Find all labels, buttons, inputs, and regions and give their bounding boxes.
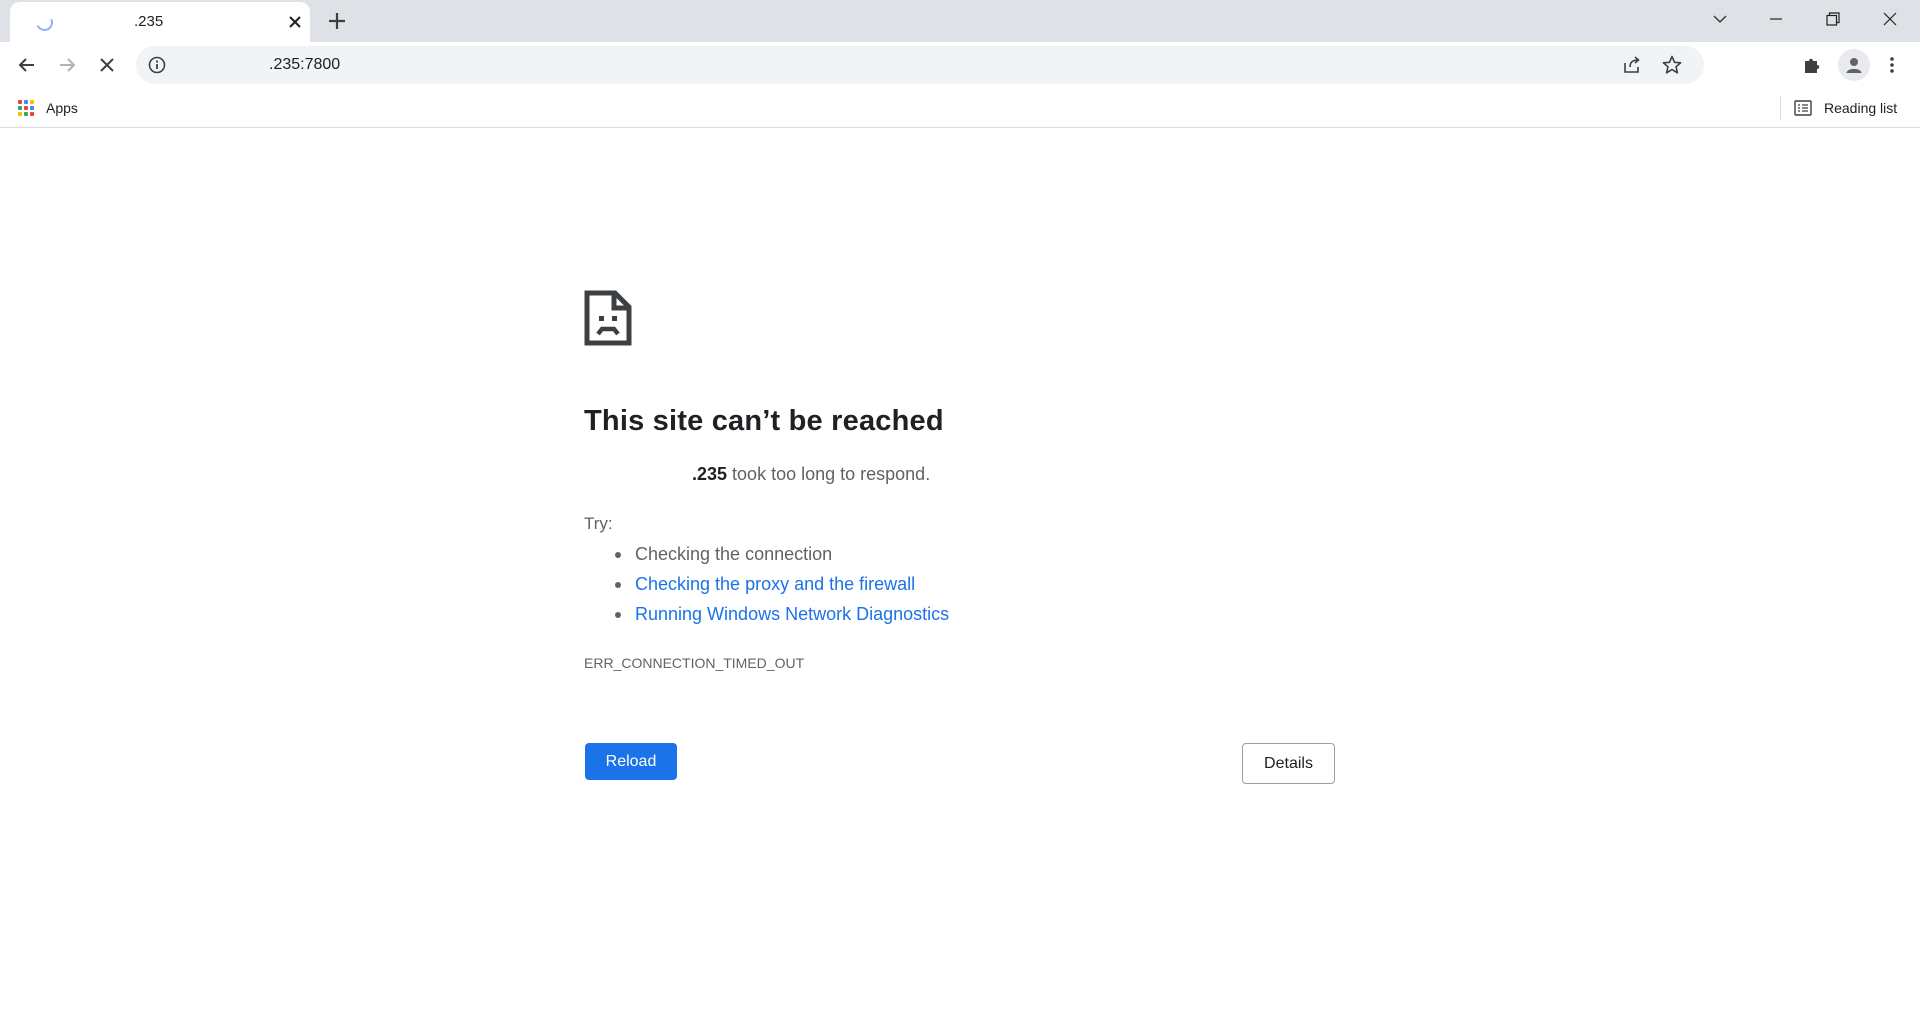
error-title: This site can’t be reached (584, 405, 944, 437)
bookmarks-divider (1780, 96, 1781, 120)
tab[interactable]: .235 (10, 2, 310, 42)
puzzle-icon (1805, 58, 1820, 73)
error-description: .235 took too long to respond. (692, 464, 930, 485)
tab-strip: .235 (0, 0, 1920, 42)
window-close-button[interactable] (1862, 0, 1918, 38)
error-host: .235 (692, 464, 728, 484)
bookmarks-bar: Apps Reading list (0, 88, 1920, 128)
chevron-down-icon (1713, 15, 1727, 24)
error-description-suffix: took too long to respond. (727, 464, 931, 484)
restore-icon (1826, 12, 1840, 26)
apps-bookmark[interactable]: Apps (18, 96, 78, 120)
info-icon[interactable] (147, 55, 167, 75)
url-text[interactable]: .235:7800 (269, 56, 340, 74)
suggestion-check-connection: Checking the connection (614, 544, 833, 564)
reading-list-icon (1794, 100, 1812, 116)
spinner-icon (33, 11, 56, 34)
suggestion-network-diagnostics-link[interactable]: Running Windows Network Diagnostics (614, 604, 949, 625)
profile-button[interactable] (1838, 49, 1870, 81)
apps-label: Apps (46, 100, 78, 116)
minimize-icon (1770, 18, 1782, 20)
close-icon[interactable] (286, 13, 304, 31)
error-code: ERR_CONNECTION_TIMED_OUT (584, 655, 805, 671)
address-bar[interactable]: .235:7800 (136, 46, 1704, 84)
new-tab-icon[interactable] (325, 9, 349, 33)
suggestion-proxy-firewall-link[interactable]: Checking the proxy and the firewall (614, 574, 915, 595)
person-icon (1846, 58, 1862, 73)
reading-list-label: Reading list (1824, 100, 1898, 116)
reading-list-button[interactable]: Reading list (1794, 96, 1897, 120)
share-icon[interactable] (1621, 54, 1643, 76)
back-button[interactable] (13, 51, 41, 79)
stop-button[interactable] (93, 51, 121, 79)
restore-button[interactable] (1805, 0, 1861, 38)
arrow-left-icon (18, 58, 34, 72)
menu-button[interactable] (1878, 51, 1906, 79)
close-icon (1883, 12, 1897, 26)
star-icon[interactable] (1661, 54, 1683, 76)
try-label: Try: (584, 514, 613, 533)
sad-page-icon (584, 290, 632, 346)
toolbar: .235:7800 (0, 42, 1920, 88)
close-icon (100, 58, 114, 72)
extensions-button[interactable] (1798, 51, 1826, 79)
more-vertical-icon (1890, 57, 1894, 73)
minimize-button[interactable] (1748, 0, 1804, 38)
error-page: This site can’t be reached .235 took too… (0, 129, 1920, 1030)
tab-search-button[interactable] (1692, 0, 1748, 38)
forward-button[interactable] (53, 51, 81, 79)
details-button[interactable]: Details (1242, 743, 1335, 784)
reload-button[interactable]: Reload (585, 743, 677, 780)
arrow-right-icon (60, 58, 76, 72)
tab-title: .235 (134, 13, 164, 30)
apps-grid-icon (18, 100, 34, 116)
